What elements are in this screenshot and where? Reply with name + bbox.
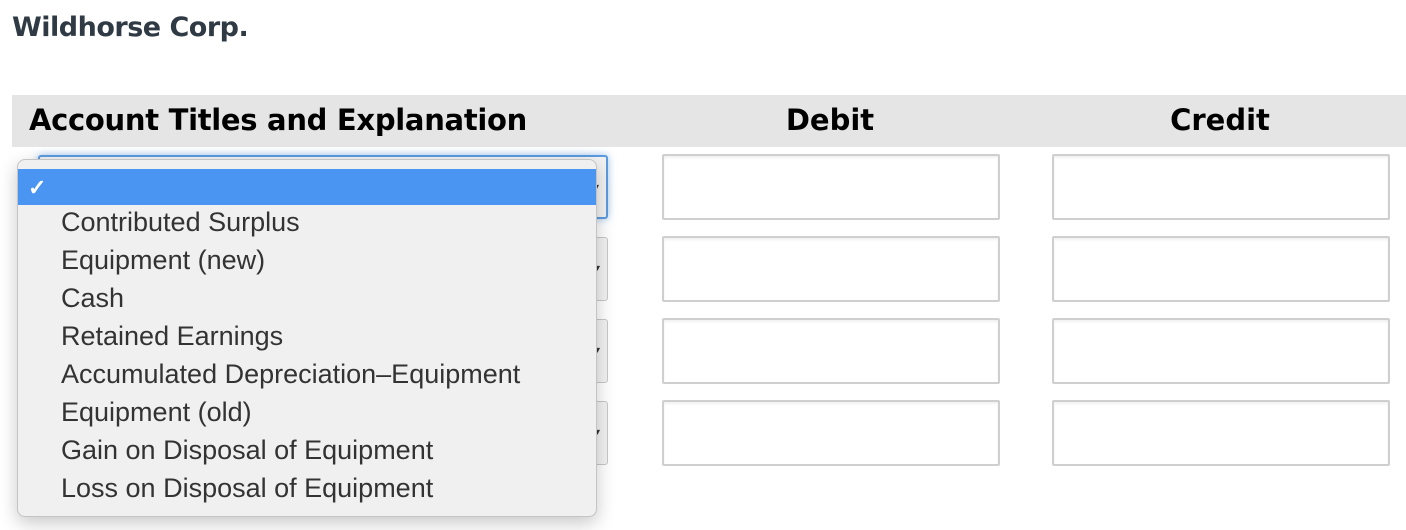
header-account-titles: Account Titles and Explanation [29, 103, 527, 137]
account-dropdown-menu[interactable]: ✓ Contributed Surplus Equipment (new) Ca… [17, 159, 597, 517]
dropdown-option[interactable]: Retained Earnings [18, 318, 596, 355]
credit-input-row-3[interactable] [1052, 318, 1390, 384]
dropdown-option[interactable]: Equipment (new) [18, 242, 596, 279]
company-name: Wildhorse Corp. [12, 12, 249, 43]
dropdown-option[interactable]: Accumulated Depreciation–Equipment [18, 356, 596, 393]
dropdown-option[interactable]: Contributed Surplus [18, 204, 596, 241]
journal-table-header: Account Titles and Explanation Debit Cre… [12, 95, 1406, 147]
debit-input-row-4[interactable] [662, 400, 1000, 466]
credit-input-row-2[interactable] [1052, 236, 1390, 302]
debit-input-row-3[interactable] [662, 318, 1000, 384]
checkmark-icon: ✓ [28, 175, 47, 200]
credit-input-row-1[interactable] [1052, 154, 1390, 220]
debit-input-row-2[interactable] [662, 236, 1000, 302]
credit-input-row-4[interactable] [1052, 400, 1390, 466]
dropdown-option-blank[interactable]: ✓ [18, 169, 596, 205]
dropdown-option[interactable]: Gain on Disposal of Equipment [18, 432, 596, 469]
debit-input-row-1[interactable] [662, 154, 1000, 220]
dropdown-option[interactable]: Loss on Disposal of Equipment [18, 470, 596, 507]
header-debit: Debit [785, 103, 875, 137]
dropdown-option[interactable]: Cash [18, 280, 596, 317]
dropdown-option[interactable]: Equipment (old) [18, 394, 596, 431]
header-credit: Credit [1170, 103, 1270, 137]
